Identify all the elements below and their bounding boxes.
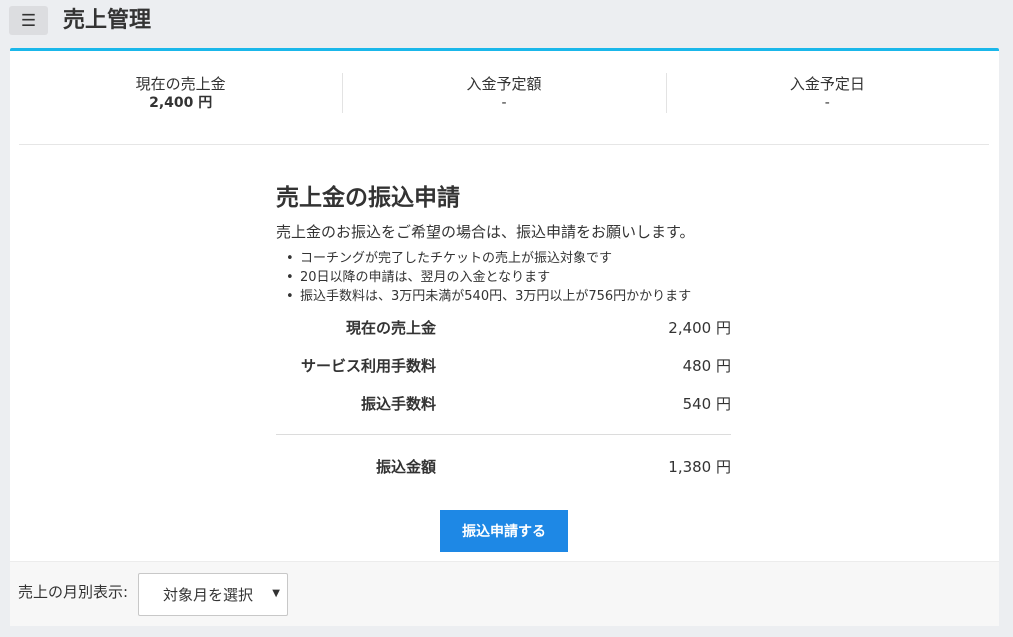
summary-scheduled-amount: 入金予定額 - bbox=[342, 65, 665, 144]
page-title: 売上管理 bbox=[63, 8, 152, 33]
calc-value: 1,380 円 bbox=[668, 457, 731, 476]
monthly-view-footer: 売上の月別表示: 対象月を選択 ▼ bbox=[10, 561, 999, 626]
transfer-request-section: 売上金の振込申請 売上金のお振込をご希望の場合は、振込申請をお願いします。 コー… bbox=[276, 183, 736, 485]
page-header: ☰ 売上管理 bbox=[0, 0, 1013, 48]
transfer-title: 売上金の振込申請 bbox=[276, 185, 460, 211]
month-select-value: 対象月を選択 bbox=[163, 586, 254, 604]
apply-transfer-button[interactable]: 振込申請する bbox=[440, 510, 568, 552]
note-item: 20日以降の申請は、翌月の入金となります bbox=[286, 268, 736, 287]
summary-scheduled-date: 入金予定日 - bbox=[665, 65, 989, 144]
transfer-notes: コーチングが完了したチケットの売上が振込対象です 20日以降の申請は、翌月の入金… bbox=[286, 249, 736, 306]
note-item: コーチングが完了したチケットの売上が振込対象です bbox=[286, 249, 736, 268]
summary-label: 入金予定日 bbox=[789, 75, 865, 93]
calc-row-service-fee: サービス利用手数料 480 円 bbox=[276, 346, 731, 384]
caret-down-icon: ▼ bbox=[272, 588, 280, 599]
monthly-view-label: 売上の月別表示: bbox=[18, 583, 129, 601]
summary-label: 入金予定額 bbox=[466, 75, 542, 93]
summary-value: - bbox=[824, 95, 830, 111]
calc-label: 振込手数料 bbox=[360, 394, 436, 413]
hamburger-icon: ☰ bbox=[20, 10, 37, 30]
summary-value: - bbox=[501, 95, 507, 111]
month-select[interactable]: 対象月を選択 ▼ bbox=[138, 573, 288, 616]
calc-value: 2,400 円 bbox=[668, 318, 731, 337]
summary-value: 2,400 円 bbox=[149, 95, 213, 111]
calc-row-transfer-total: 振込金額 1,380 円 bbox=[276, 447, 731, 485]
note-item: 振込手数料は、3万円未満が540円、3万円以上が756円かかります bbox=[286, 287, 736, 306]
calc-value: 480 円 bbox=[682, 356, 731, 375]
calc-row-transfer-fee: 振込手数料 540 円 bbox=[276, 384, 731, 422]
calc-row-current-sales: 現在の売上金 2,400 円 bbox=[276, 308, 731, 346]
hamburger-menu-button[interactable]: ☰ bbox=[9, 6, 48, 35]
calc-label: 振込金額 bbox=[375, 457, 436, 476]
calc-divider bbox=[276, 434, 731, 435]
calc-label: 現在の売上金 bbox=[345, 318, 436, 337]
sales-card: 現在の売上金 2,400 円 入金予定額 - 入金予定日 - 売上金の振込申請 … bbox=[10, 48, 999, 626]
summary-current-sales: 現在の売上金 2,400 円 bbox=[19, 65, 342, 144]
transfer-description: 売上金のお振込をご希望の場合は、振込申請をお願いします。 bbox=[276, 223, 695, 241]
summary-label: 現在の売上金 bbox=[135, 75, 226, 93]
calc-value: 540 円 bbox=[682, 394, 731, 413]
calc-label: サービス利用手数料 bbox=[300, 356, 436, 375]
sales-summary: 現在の売上金 2,400 円 入金予定額 - 入金予定日 - bbox=[19, 65, 989, 145]
transfer-calculation: 現在の売上金 2,400 円 サービス利用手数料 480 円 振込手数料 540… bbox=[276, 308, 731, 485]
